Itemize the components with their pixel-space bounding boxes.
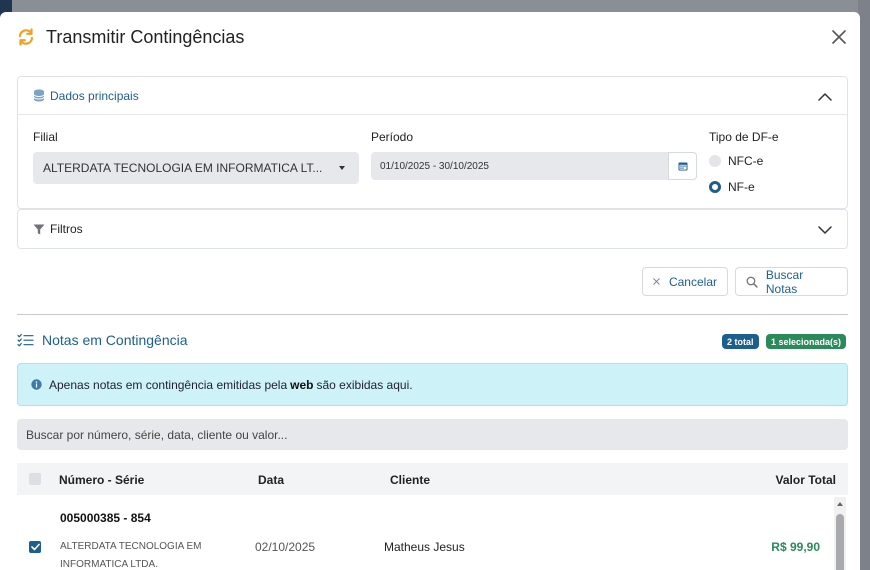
contingency-notes-header: Notas em Contingência <box>17 332 188 348</box>
periodo-label: Período <box>371 130 414 144</box>
search-notes-label: Buscar Notas <box>765 267 804 296</box>
row-data: 02/10/2025 <box>255 540 316 554</box>
cancel-label: Cancelar <box>668 274 717 289</box>
info-icon <box>31 379 42 390</box>
chevron-up-icon[interactable] <box>817 89 833 105</box>
scroll-up-icon[interactable] <box>837 502 843 506</box>
chevron-down-icon[interactable] <box>817 222 833 238</box>
tipo-dfe-label: Tipo de DF-e <box>709 130 779 144</box>
periodo-input[interactable]: 01/10/2025 - 30/10/2025 <box>371 152 697 180</box>
selected-badge: 1 selecionada(s) <box>766 334 847 349</box>
col-numero[interactable]: Número - Série <box>59 473 144 487</box>
main-data-header[interactable]: Dados principais <box>18 77 847 115</box>
filial-select[interactable]: ALTERDATA TECNOLOGIA EM INFORMATICA LT..… <box>33 152 359 184</box>
info-alert: Apenas notas em contingência emitidas pe… <box>17 363 848 406</box>
search-notes-button[interactable]: Buscar Notas <box>735 267 848 296</box>
row-cliente: Matheus Jesus <box>384 540 465 554</box>
alert-text-after: são exibidas aqui. <box>316 377 413 392</box>
list-check-icon <box>17 333 34 347</box>
row-numero: 005000385 - 854 <box>60 511 151 525</box>
filter-icon <box>33 224 45 235</box>
section-title: Notas em Contingência <box>42 332 188 348</box>
table-scrollbar[interactable] <box>834 497 846 570</box>
row-checkbox[interactable] <box>29 541 41 553</box>
database-icon <box>33 89 45 102</box>
cancel-button[interactable]: Cancelar <box>642 267 728 296</box>
calendar-icon <box>678 162 687 171</box>
total-badge: 2 total <box>722 334 759 349</box>
modal-title: Transmitir Contingências <box>46 26 245 47</box>
filters-header[interactable]: Filtros <box>18 210 847 248</box>
col-valor-total[interactable]: Valor Total <box>776 473 836 487</box>
row-emitente-line2: INFORMATICA LTDA. <box>60 559 158 570</box>
radio-nfe-label: NF-e <box>728 180 755 194</box>
modal-header: Transmitir Contingências <box>0 12 860 62</box>
close-icon <box>832 30 846 44</box>
calendar-button[interactable] <box>668 152 697 180</box>
row-valor: R$ 99,90 <box>771 540 820 554</box>
scroll-thumb[interactable] <box>836 514 844 570</box>
main-data-card: Dados principais Filial ALTERDATA TECNOL… <box>17 76 848 209</box>
filial-value: ALTERDATA TECNOLOGIA EM INFORMATICA LT..… <box>43 161 323 175</box>
filters-title: Filtros <box>50 222 83 236</box>
col-data[interactable]: Data <box>258 473 284 487</box>
alert-text-before: Apenas notas em contingência emitidas pe… <box>49 377 288 392</box>
caret-down-icon <box>339 166 345 170</box>
filters-card: Filtros <box>17 209 848 249</box>
table-row[interactable]: 005000385 - 854 ALTERDATA TECNOLOGIA EM … <box>17 497 837 570</box>
periodo-value: 01/10/2025 - 30/10/2025 <box>380 160 489 172</box>
filial-label: Filial <box>33 130 58 144</box>
row-emitente-line1: ALTERDATA TECNOLOGIA EM <box>60 541 202 552</box>
radio-nfce[interactable]: NFC-e <box>709 154 763 168</box>
x-icon <box>653 278 660 285</box>
alert-text-bold: web <box>290 377 314 392</box>
transmit-contingency-modal: Transmitir Contingências Dados principai… <box>0 12 860 570</box>
refresh-icon <box>16 27 36 47</box>
main-data-title: Dados principais <box>50 88 139 103</box>
col-cliente[interactable]: Cliente <box>390 473 430 487</box>
notes-search-input[interactable] <box>17 419 848 450</box>
check-icon <box>30 543 40 551</box>
radio-nfe[interactable]: NF-e <box>709 180 755 194</box>
close-button[interactable] <box>828 26 850 48</box>
table-header: Número - Série Data Cliente Valor Total <box>17 463 848 495</box>
section-divider <box>17 314 848 315</box>
radio-unchecked[interactable] <box>709 155 721 167</box>
radio-checked[interactable] <box>709 181 721 193</box>
search-icon <box>746 276 758 288</box>
select-all-checkbox[interactable] <box>29 473 41 485</box>
radio-nfce-label: NFC-e <box>728 154 764 168</box>
